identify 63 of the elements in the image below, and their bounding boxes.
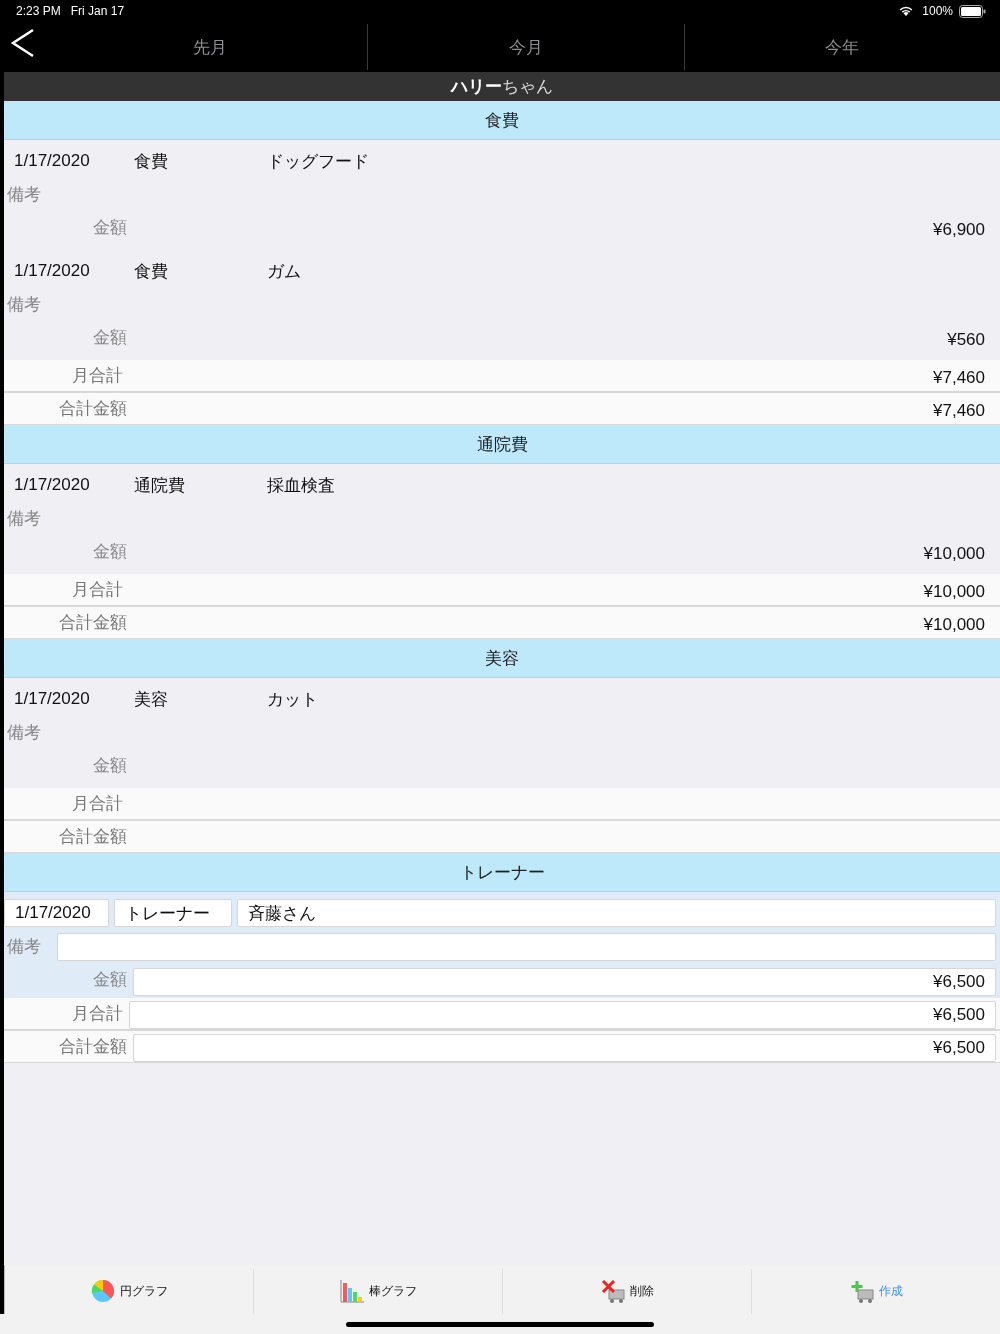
grand-total-field[interactable]: ¥6,500 bbox=[133, 1034, 996, 1062]
memo-field[interactable] bbox=[57, 932, 996, 961]
period-tab[interactable]: 先月 bbox=[0, 24, 369, 70]
memo-label: 備考 bbox=[6, 722, 42, 744]
entry-category: 食費 bbox=[133, 260, 169, 283]
memo-label: 備考 bbox=[6, 294, 42, 316]
entry-item: 採血検査 bbox=[266, 474, 336, 497]
status-time: 2:23 PM bbox=[16, 4, 61, 18]
cart-with-plus-icon bbox=[849, 1279, 875, 1304]
category-header: 通院費 bbox=[4, 425, 1000, 464]
entry-item: ガム bbox=[266, 260, 302, 283]
battery-level: 100% bbox=[922, 4, 953, 18]
category-header: トレーナー bbox=[4, 853, 1000, 892]
date-field[interactable]: 1/17/2020 bbox=[4, 899, 109, 927]
amount-label: 金額 bbox=[92, 217, 127, 239]
pet-name-title: ハリーちゃん bbox=[451, 76, 553, 98]
month-total-value: ¥10,000 bbox=[922, 581, 986, 603]
memo-label: 備考 bbox=[6, 508, 42, 530]
cart-with-x-icon bbox=[600, 1279, 626, 1304]
grand-total-value: ¥7,460 bbox=[932, 400, 986, 422]
entry-category: 通院費 bbox=[133, 474, 186, 497]
month-total-label: 月合計 bbox=[71, 365, 123, 387]
entry-amount: ¥6,900 bbox=[932, 219, 986, 241]
amount-label: 金額 bbox=[92, 541, 127, 563]
period-tab[interactable]: 今年 bbox=[684, 24, 1000, 70]
entry-date: 1/17/2020 bbox=[13, 261, 91, 281]
memo-label: 備考 bbox=[6, 936, 42, 958]
entry-item: カット bbox=[266, 688, 319, 711]
battery-icon bbox=[959, 4, 986, 18]
category-header: 美容 bbox=[4, 639, 1000, 678]
amount-label: 金額 bbox=[92, 969, 127, 991]
entry-category: 美容 bbox=[133, 688, 169, 711]
entry-date: 1/17/2020 bbox=[13, 475, 91, 495]
grand-total-label: 合計金額 bbox=[58, 398, 127, 420]
status-date: Fri Jan 17 bbox=[70, 4, 125, 18]
entry-date: 1/17/2020 bbox=[13, 151, 91, 171]
entry-item: ドッグフード bbox=[266, 150, 370, 173]
amount-label: 金額 bbox=[92, 327, 127, 349]
period-tab[interactable]: 今月 bbox=[368, 24, 685, 70]
wifi-icon bbox=[898, 5, 915, 17]
grand-total-value: ¥10,000 bbox=[922, 614, 986, 636]
memo-label: 備考 bbox=[6, 184, 42, 206]
amount-label: 金額 bbox=[92, 755, 127, 777]
grand-total-label: 合計金額 bbox=[58, 826, 127, 848]
month-total-value: ¥7,460 bbox=[932, 367, 986, 389]
entry-date: 1/17/2020 bbox=[13, 689, 91, 709]
home-indicator[interactable] bbox=[346, 1321, 654, 1327]
month-total-field[interactable]: ¥6,500 bbox=[129, 1001, 996, 1029]
bar-chart-icon bbox=[339, 1279, 365, 1304]
grand-total-label: 合計金額 bbox=[58, 612, 127, 634]
back-icon bbox=[10, 28, 36, 58]
month-total-label: 月合計 bbox=[71, 579, 123, 601]
category-field[interactable]: トレーナー bbox=[114, 899, 232, 927]
entry-category: 食費 bbox=[133, 150, 169, 173]
entry-amount: ¥560 bbox=[946, 329, 986, 351]
amount-field[interactable]: ¥6,500 bbox=[133, 968, 996, 996]
category-header: 食費 bbox=[4, 101, 1000, 140]
grand-total-label: 合計金額 bbox=[58, 1036, 127, 1058]
pie-chart-icon bbox=[90, 1279, 116, 1304]
entry-amount: ¥10,000 bbox=[922, 543, 986, 565]
item-field[interactable]: 斉藤さん bbox=[237, 899, 996, 927]
month-total-label: 月合計 bbox=[71, 793, 123, 815]
month-total-label: 月合計 bbox=[71, 1003, 123, 1025]
